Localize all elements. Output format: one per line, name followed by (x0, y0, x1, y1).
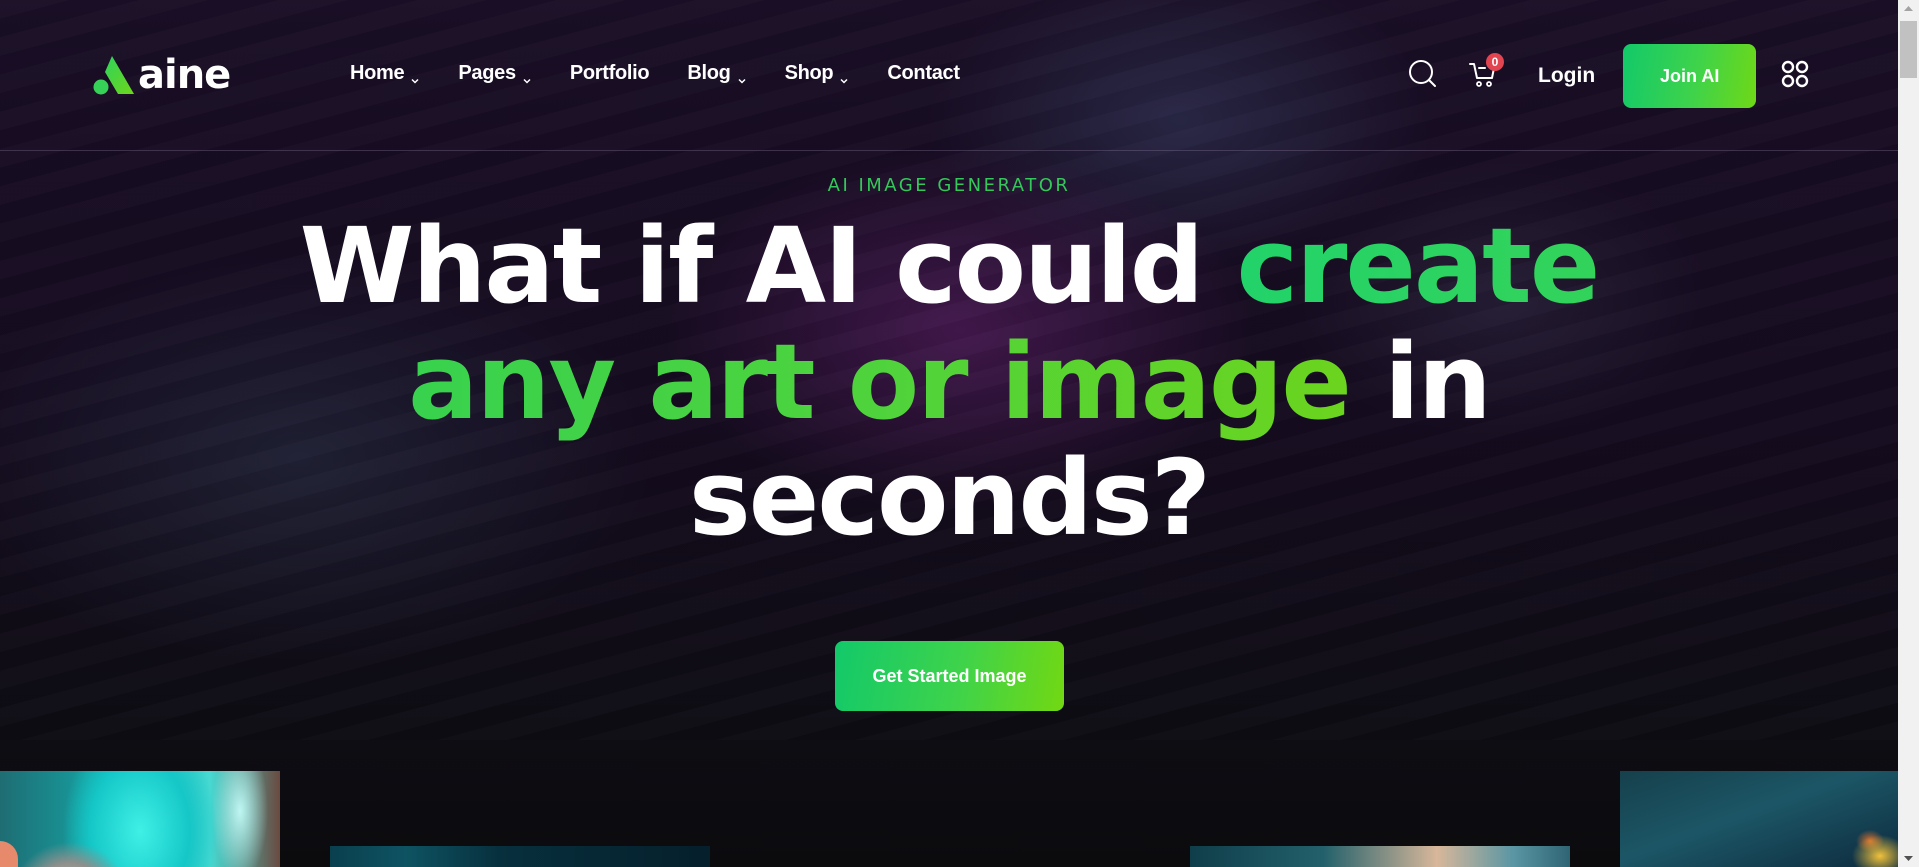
gallery-background (0, 740, 1898, 867)
cart-button[interactable]: 0 (1466, 53, 1504, 93)
chevron-down-icon (839, 69, 849, 84)
hero-headline: What if AI could create any art or image… (0, 208, 1898, 556)
nav-item-label: Home (350, 62, 405, 84)
nav-item-home[interactable]: Home (350, 62, 420, 85)
nav-item-label: Shop (784, 62, 834, 84)
headline-line-2: any art or image in (0, 324, 1898, 440)
gallery-image-flowers[interactable] (1620, 771, 1898, 867)
grid-menu-icon (1780, 59, 1810, 94)
nav-item-label: Portfolio (569, 62, 650, 84)
nav-item-pages[interactable]: Pages (458, 62, 531, 85)
nav-item-blog[interactable]: Blog (687, 62, 746, 85)
cart-count-badge: 0 (1486, 53, 1504, 71)
headline-text-white: in (1349, 321, 1492, 443)
scroll-up-arrow-icon[interactable] (1898, 0, 1919, 17)
headline-text-green: create (1236, 205, 1600, 327)
gallery-image-portrait[interactable] (0, 771, 280, 867)
join-ai-button[interactable]: Join AI (1623, 44, 1757, 108)
scrollbar-thumb[interactable] (1900, 21, 1917, 78)
nav-item-label: Contact (887, 62, 960, 84)
page-scrollbar[interactable] (1898, 0, 1919, 867)
logo[interactable]: aine (92, 50, 231, 98)
search-button[interactable] (1406, 59, 1440, 93)
logo-mark-icon (92, 55, 136, 95)
headline-text-green: any art or image (408, 321, 1352, 443)
site-header: aine Home Pages Portfolio Blog Shop Cont… (0, 0, 1898, 151)
nav-item-label: Pages (458, 62, 516, 84)
get-started-button[interactable]: Get Started Image (835, 641, 1064, 711)
headline-line-1: What if AI could create (0, 208, 1898, 324)
chevron-down-icon (410, 69, 420, 84)
nav-item-shop[interactable]: Shop (785, 62, 850, 85)
nav-item-contact[interactable]: Contact (887, 62, 960, 85)
page-viewport: aine Home Pages Portfolio Blog Shop Cont… (0, 0, 1898, 867)
headline-line-3: seconds? (0, 440, 1898, 556)
nav-item-portfolio[interactable]: Portfolio (570, 62, 650, 85)
hero-eyebrow: AI IMAGE GENERATOR (827, 175, 1071, 196)
login-link[interactable]: Login (1538, 64, 1595, 88)
chevron-down-icon (522, 69, 532, 84)
search-icon (1408, 59, 1438, 94)
gallery-image-sunset[interactable] (1190, 846, 1570, 867)
headline-text-white: What if AI could (299, 205, 1237, 327)
header-actions: 0 Login Join AI (1406, 44, 1812, 108)
headline-text-white: seconds? (688, 437, 1211, 559)
nav-item-label: Blog (687, 62, 731, 84)
logo-text: aine (138, 52, 231, 98)
gallery-image-space[interactable] (330, 846, 710, 867)
scroll-down-arrow-icon[interactable] (1898, 850, 1919, 867)
chevron-down-icon (737, 69, 747, 84)
main-nav: Home Pages Portfolio Blog Shop Contact (350, 62, 998, 85)
grid-menu-button[interactable] (1778, 59, 1812, 93)
